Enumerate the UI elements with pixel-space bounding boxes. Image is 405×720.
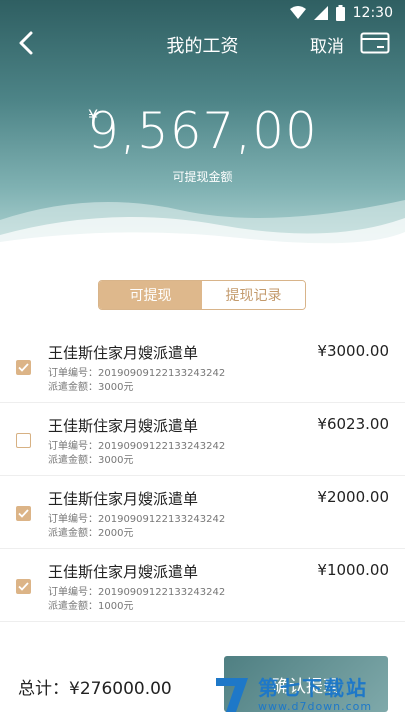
order-dispatch-amount: 派遣金额：1000元 [48,601,134,612]
total-amount: 总计：¥276000.00 [18,679,172,699]
order-checkbox[interactable] [16,433,31,448]
tab-withdraw-history[interactable]: 提现记录 [202,281,305,309]
order-dispatch-amount: 派遣金额：3000元 [48,382,134,393]
list-item[interactable]: 王佳斯住家月嫂派遣单 订单编号：20190909122133243242 派遣金… [0,330,405,403]
order-number: 订单编号：20190909122133243242 [48,368,226,379]
wave-decoration [0,200,405,250]
check-icon [18,509,29,518]
watermark-url: www.d7down.com [258,699,373,713]
status-bar: 12:30 [0,0,405,28]
order-checkbox[interactable] [16,360,31,375]
order-number: 订单编号：20190909122133243242 [48,514,226,525]
order-number: 订单编号：20190909122133243242 [48,587,226,598]
signal-icon [313,6,328,20]
list-item[interactable]: 王佳斯住家月嫂派遣单 订单编号：20190909122133243242 派遣金… [0,403,405,476]
list-item[interactable]: 王佳斯住家月嫂派遣单 订单编号：20190909122133243242 派遣金… [0,549,405,622]
watermark: 第七下载站 www.d7down.com [210,668,405,720]
nav-bar: 我的工资 取消 [0,28,405,60]
order-price: ¥1000.00 [317,561,389,579]
order-title: 王佳斯住家月嫂派遣单 [48,344,199,362]
order-price: ¥3000.00 [317,342,389,360]
order-checkbox[interactable] [16,579,31,594]
order-list: 王佳斯住家月嫂派遣单 订单编号：20190909122133243242 派遣金… [0,330,405,622]
watermark-name: 第七下载站 [258,675,368,700]
tab-withdrawable[interactable]: 可提现 [99,281,202,309]
cancel-button[interactable]: 取消 [310,32,344,57]
header-banner: 12:30 我的工资 取消 ¥ 9,567,00 可提现金额 [0,0,405,250]
check-icon [18,582,29,591]
order-checkbox[interactable] [16,506,31,521]
order-price: ¥2000.00 [317,488,389,506]
order-title: 王佳斯住家月嫂派遣单 [48,490,199,508]
balance-amount: 9,567,00 [87,102,318,160]
watermark-logo-icon [216,678,248,712]
card-icon[interactable] [360,32,390,54]
status-time: 12:30 [352,5,393,21]
battery-icon [335,5,345,21]
page-title: 我的工资 [166,36,239,57]
order-price: ¥6023.00 [317,415,389,433]
order-dispatch-amount: 派遣金额：2000元 [48,528,134,539]
tab-bar: 可提现 提现记录 [98,280,306,310]
wifi-icon [289,6,306,19]
currency-symbol: ¥ [88,106,99,125]
order-title: 王佳斯住家月嫂派遣单 [48,417,199,435]
list-item[interactable]: 王佳斯住家月嫂派遣单 订单编号：20190909122133243242 派遣金… [0,476,405,549]
check-icon [18,363,29,372]
order-title: 王佳斯住家月嫂派遣单 [48,563,199,581]
balance-display: ¥ 9,567,00 [0,100,405,162]
order-dispatch-amount: 派遣金额：3000元 [48,455,134,466]
order-number: 订单编号：20190909122133243242 [48,441,226,452]
